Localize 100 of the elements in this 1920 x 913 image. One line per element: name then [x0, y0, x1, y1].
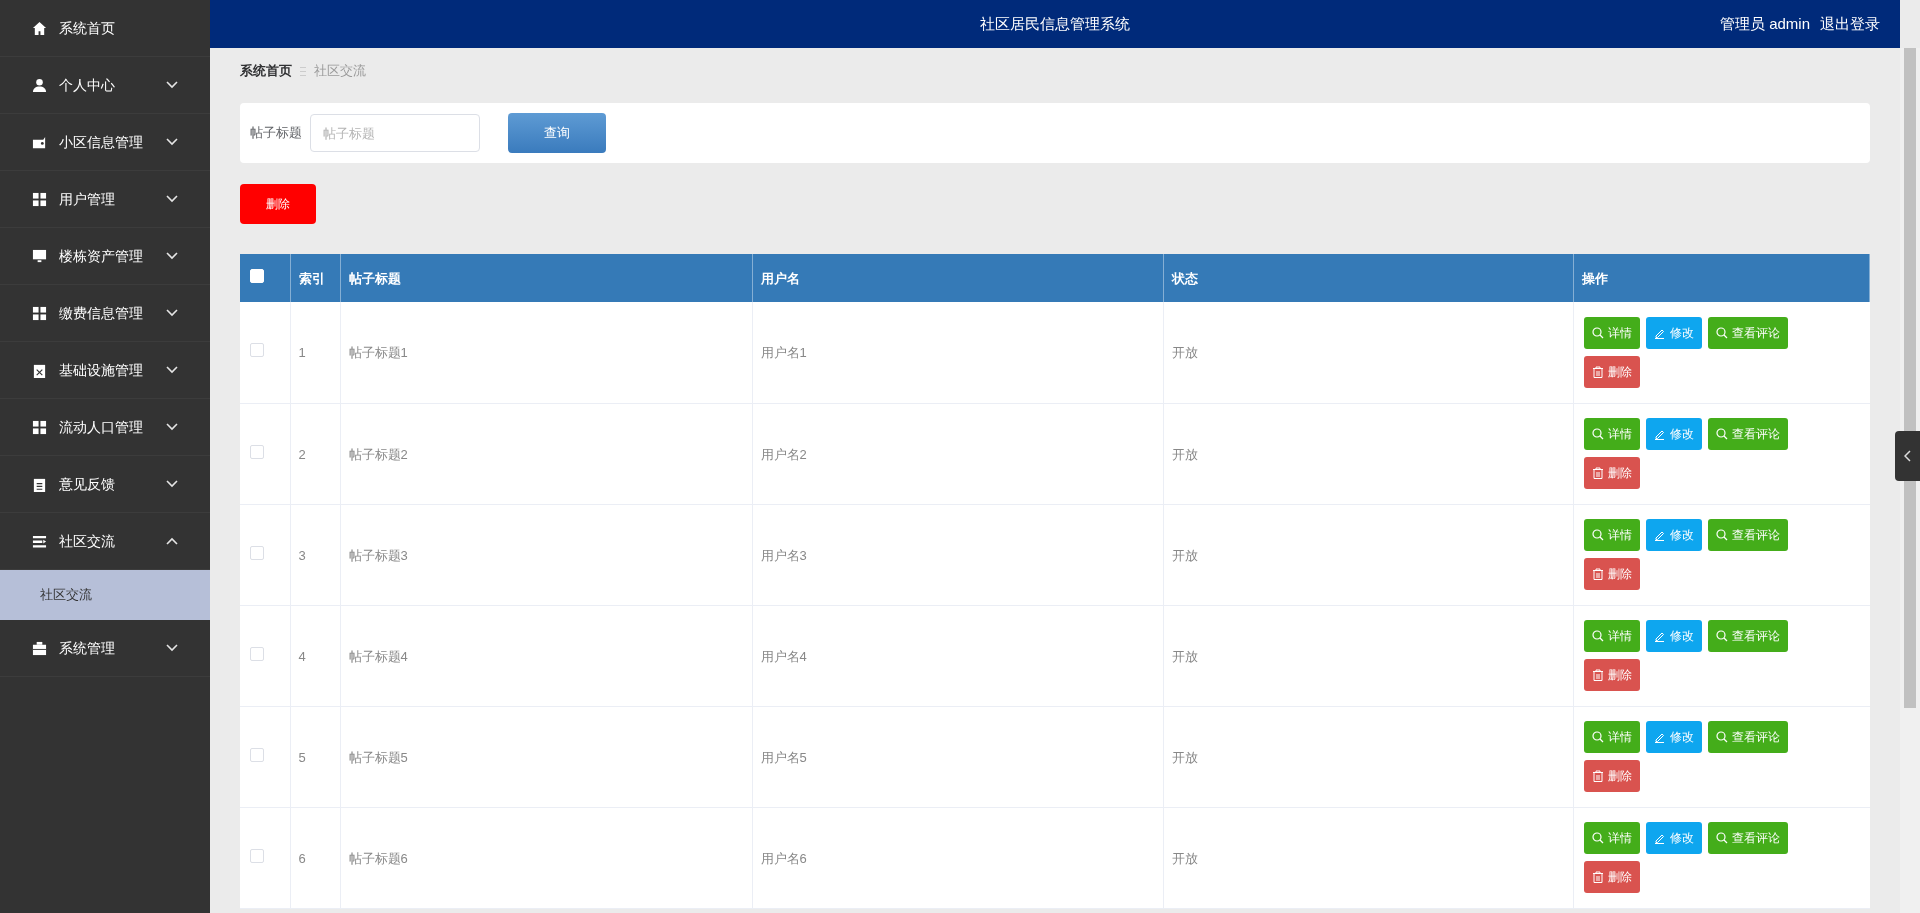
- trash-icon: [1591, 467, 1604, 479]
- checkbox[interactable]: [250, 343, 264, 358]
- comments-button[interactable]: 查看评论: [1707, 519, 1788, 551]
- search-field[interactable]: 帖子标题: [310, 114, 480, 152]
- column-header: 索引: [298, 271, 325, 286]
- table-cell: 2: [298, 446, 306, 462]
- grid-icon: [32, 305, 47, 321]
- table-cell: 用户名4: [760, 648, 807, 664]
- table-cell: 帖子标题3: [348, 547, 408, 563]
- details-button[interactable]: 详情: [1583, 418, 1640, 450]
- table-cell: 用户名5: [760, 749, 807, 765]
- comments-button[interactable]: 查看评论: [1707, 721, 1788, 753]
- delete-button[interactable]: 删除: [1583, 760, 1640, 792]
- table-cell: 用户名6: [760, 850, 807, 866]
- search-icon: [1591, 326, 1604, 339]
- pencil-icon: [1653, 529, 1666, 541]
- delete-button[interactable]: 删除: [1583, 355, 1640, 388]
- sidebar-item[interactable]: 系统管理: [0, 620, 210, 677]
- table-cell: 帖子标题4: [348, 648, 408, 664]
- table-cell: 3: [298, 547, 306, 563]
- pencil-icon: [1653, 428, 1666, 440]
- details-button[interactable]: 详情: [1583, 620, 1640, 652]
- checkbox[interactable]: [250, 545, 264, 560]
- grid-icon: [32, 191, 47, 207]
- table-cell: 5: [298, 749, 306, 765]
- delete-button[interactable]: 删除: [1583, 457, 1640, 489]
- breadcrumb-link[interactable]: 系统首页: [240, 61, 292, 81]
- grid-icon: [32, 419, 47, 435]
- column-header: 状态: [1171, 271, 1198, 286]
- checkbox[interactable]: [250, 747, 264, 762]
- table-cell: 帖子标题2: [348, 446, 408, 462]
- search-icon: [1591, 630, 1604, 642]
- sidebar-item[interactable]: 流动人口管理: [0, 399, 210, 456]
- table-cell: 帖子标题5: [348, 749, 408, 765]
- table-cell: 用户名3: [760, 547, 807, 563]
- sidebar-subitem[interactable]: 社区交流: [0, 570, 210, 620]
- comments-button[interactable]: 查看评论: [1707, 316, 1788, 349]
- breadcrumb-link[interactable]: 社区交流: [314, 61, 366, 81]
- checkbox[interactable]: [250, 646, 264, 661]
- pencil-icon: [1653, 630, 1666, 642]
- edit-button[interactable]: 修改: [1645, 519, 1702, 551]
- logout-link[interactable]: 退出登录: [1820, 12, 1880, 36]
- checkbox[interactable]: [250, 848, 264, 863]
- table-cell: 4: [298, 648, 306, 664]
- pencil-icon: [1653, 731, 1666, 743]
- sidebar-item[interactable]: 个人中心: [0, 57, 210, 114]
- edit-button[interactable]: 修改: [1645, 316, 1702, 349]
- pencil-icon: [1653, 832, 1666, 844]
- clipboard-icon: [32, 476, 47, 492]
- search-icon: [1591, 529, 1604, 541]
- column-header: 用户名: [760, 271, 800, 286]
- sidebar-item[interactable]: 基础设施管理: [0, 342, 210, 399]
- search-icon: [1715, 428, 1728, 440]
- details-button[interactable]: 详情: [1583, 822, 1640, 854]
- search-icon: [1591, 832, 1604, 844]
- home-icon: [32, 20, 47, 36]
- monitor-icon: [32, 248, 47, 264]
- sidebar-item[interactable]: 楼栋资产管理: [0, 228, 210, 285]
- edit-button[interactable]: 修改: [1645, 620, 1702, 652]
- search-button[interactable]: 查询: [508, 113, 606, 153]
- table-cell: 开放: [1171, 648, 1198, 664]
- table-cell: 开放: [1171, 850, 1198, 866]
- trash-icon: [1591, 568, 1604, 580]
- table-cell: 开放: [1171, 547, 1198, 563]
- app-title: 社区居民信息管理系统: [980, 13, 1130, 34]
- sidebar-item[interactable]: 用户管理: [0, 171, 210, 228]
- comments-button[interactable]: 查看评论: [1707, 822, 1788, 854]
- user-icon: [32, 77, 47, 93]
- search-label: 帖子标题: [250, 124, 302, 143]
- details-button[interactable]: 详情: [1583, 721, 1640, 753]
- trash-icon: [1591, 770, 1604, 782]
- clipboard-icon: [32, 362, 47, 378]
- details-button[interactable]: 详情: [1583, 519, 1640, 551]
- delete-button[interactable]: 删除: [1583, 558, 1640, 590]
- sidebar-item[interactable]: 小区信息管理: [0, 114, 210, 171]
- user-label: 管理员 admin: [1719, 13, 1810, 34]
- comments-button[interactable]: 查看评论: [1707, 620, 1788, 652]
- search-icon: [1715, 832, 1728, 844]
- comments-button[interactable]: 查看评论: [1707, 418, 1788, 450]
- delete-button[interactable]: 删除: [240, 184, 316, 224]
- sidebar-item[interactable]: 意见反馈: [0, 456, 210, 513]
- collapse-tab[interactable]: [1895, 431, 1920, 481]
- trash-icon: [1591, 365, 1604, 378]
- search-icon: [1591, 731, 1604, 743]
- sidebar-item[interactable]: 缴费信息管理: [0, 285, 210, 342]
- edit-button[interactable]: 修改: [1645, 822, 1702, 854]
- table-cell: 开放: [1171, 345, 1198, 361]
- table-cell: 帖子标题6: [348, 850, 408, 866]
- details-button[interactable]: 详情: [1583, 316, 1640, 349]
- column-header: 操作: [1581, 271, 1608, 286]
- search-icon: [1715, 731, 1728, 743]
- edit-button[interactable]: 修改: [1645, 418, 1702, 450]
- table-cell: 用户名1: [760, 345, 807, 361]
- list-icon: [32, 533, 47, 549]
- delete-button[interactable]: 删除: [1583, 861, 1640, 893]
- search-icon: [1715, 630, 1728, 642]
- checkbox[interactable]: [250, 444, 264, 459]
- edit-button[interactable]: 修改: [1645, 721, 1702, 753]
- table-cell: 帖子标题1: [348, 345, 408, 361]
- delete-button[interactable]: 删除: [1583, 659, 1640, 691]
